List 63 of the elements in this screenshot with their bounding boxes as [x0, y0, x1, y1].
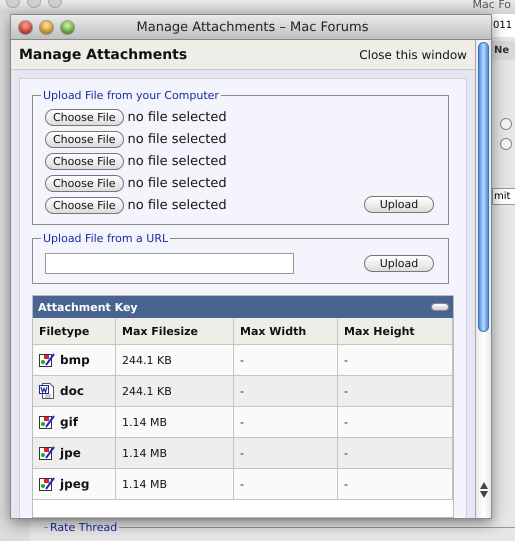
image-file-icon — [39, 414, 55, 430]
scroll-up-icon[interactable] — [480, 482, 488, 489]
table-cell: - — [234, 345, 338, 376]
file-status: no file selected — [128, 110, 227, 124]
filetype-text: jpeg — [60, 477, 90, 491]
radio-button[interactable] — [500, 118, 512, 130]
column-header: Max Height — [338, 318, 453, 345]
file-status: no file selected — [128, 176, 227, 190]
address-field[interactable]: 011 — [492, 14, 515, 37]
collapse-button[interactable] — [431, 303, 449, 311]
choose-file-button[interactable]: Choose File — [45, 174, 124, 192]
window-title: Mac Fo — [472, 0, 511, 11]
table-cell: 1.14 MB — [116, 407, 234, 438]
page-title: Manage Attachments — [19, 46, 188, 62]
file-status: no file selected — [128, 198, 227, 212]
file-status: no file selected — [128, 154, 227, 168]
image-file-icon — [39, 352, 55, 368]
column-header: Max Width — [234, 318, 338, 345]
file-status: no file selected — [128, 132, 227, 146]
table-cell: 244.1 KB — [116, 345, 234, 376]
column-header: Filetype — [33, 318, 116, 345]
scrollbar[interactable] — [475, 40, 491, 518]
zoom-button[interactable] — [61, 20, 74, 34]
group-legend: Upload File from your Computer — [41, 89, 221, 102]
choose-file-button[interactable]: Choose File — [45, 108, 124, 126]
column-header: Max Filesize — [116, 318, 234, 345]
table-cell: - — [234, 376, 338, 407]
table-cell: 1.14 MB — [116, 438, 234, 469]
upload-button[interactable]: Upload — [364, 196, 434, 213]
table-title: Attachment Key — [38, 300, 138, 314]
close-window-link[interactable]: Close this window — [359, 48, 467, 62]
choose-file-button[interactable]: Choose File — [45, 130, 124, 148]
tab[interactable]: Ne — [492, 41, 515, 60]
table-cell: - — [234, 407, 338, 438]
filetype-text: doc — [60, 384, 84, 398]
image-file-icon — [39, 445, 55, 461]
table-cell: - — [338, 469, 453, 500]
filetype-text: gif — [60, 415, 78, 429]
table-cell: - — [234, 438, 338, 469]
table-cell: - — [338, 376, 453, 407]
choose-file-button[interactable]: Choose File — [45, 196, 124, 214]
table-cell: - — [338, 345, 453, 376]
image-file-icon — [39, 476, 55, 492]
scroll-down-icon[interactable] — [480, 491, 488, 498]
window-title: Manage Attachments – Mac Forums — [136, 20, 370, 34]
filetype-text: jpe — [60, 446, 81, 460]
table-cell: 244.1 KB — [116, 376, 234, 407]
scroll-thumb[interactable] — [478, 42, 489, 332]
choose-file-button[interactable]: Choose File — [45, 152, 124, 170]
submit-button[interactable]: mit — [492, 188, 515, 205]
minimize-button[interactable] — [40, 20, 53, 34]
table-cell: - — [338, 407, 453, 438]
table-cell: - — [338, 438, 453, 469]
document-file-icon — [39, 383, 55, 399]
filetype-text: bmp — [60, 353, 90, 367]
url-field[interactable] — [45, 253, 294, 274]
fieldset-legend: Rate Thread — [48, 521, 120, 534]
radio-button[interactable] — [500, 138, 512, 150]
close-button[interactable] — [19, 20, 32, 34]
table-cell: 1.14 MB — [116, 469, 234, 500]
table-cell: - — [234, 469, 338, 500]
group-legend: Upload File from a URL — [41, 232, 170, 245]
upload-button[interactable]: Upload — [364, 255, 434, 272]
